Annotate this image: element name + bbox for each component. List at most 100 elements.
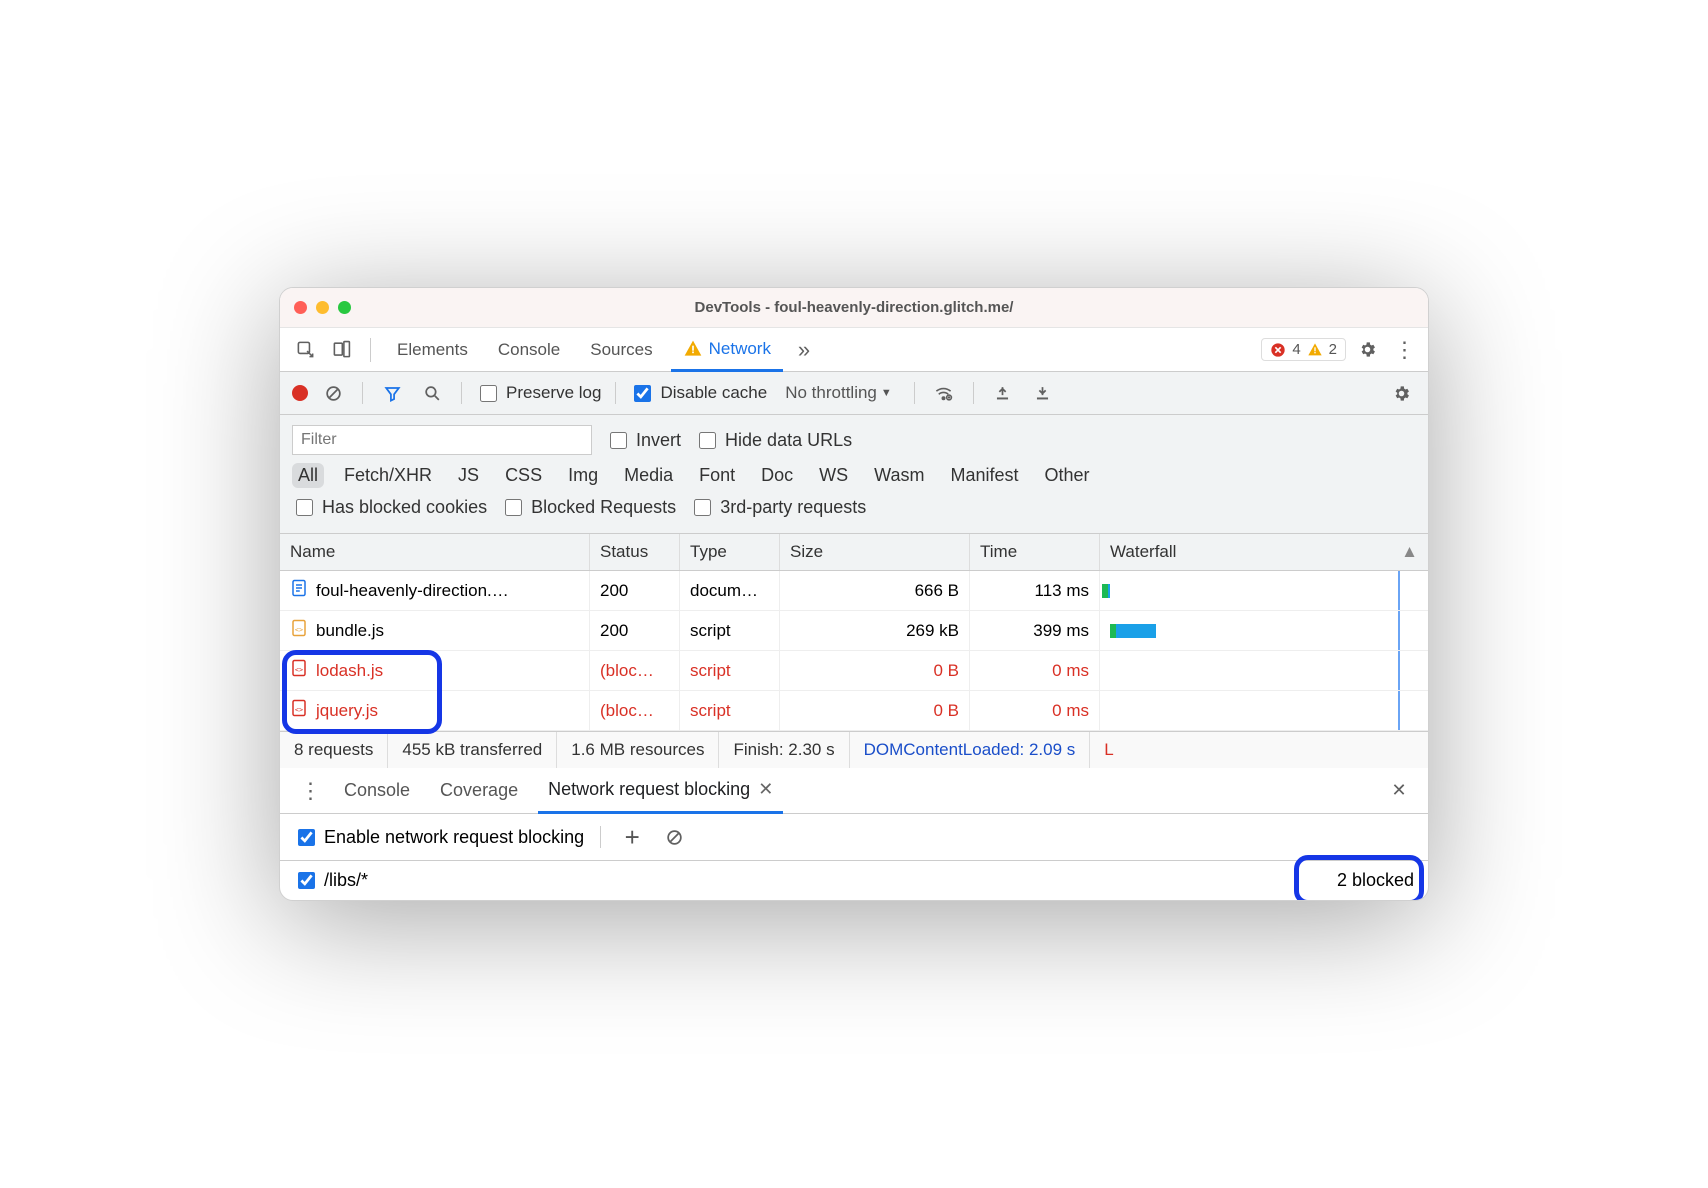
- type-chip-other[interactable]: Other: [1039, 463, 1096, 488]
- warning-icon: [1307, 342, 1323, 358]
- sort-indicator-icon: ▲: [1401, 542, 1418, 562]
- col-waterfall[interactable]: Waterfall▲: [1100, 534, 1428, 570]
- request-time: 113 ms: [970, 571, 1100, 610]
- zoom-window-button[interactable]: [338, 301, 351, 314]
- has-blocked-cookies-checkbox[interactable]: Has blocked cookies: [292, 496, 487, 519]
- remove-all-patterns-icon[interactable]: [659, 822, 689, 852]
- request-row[interactable]: <>bundle.js 200 script 269 kB 399 ms: [280, 611, 1428, 651]
- network-status-bar: 8 requests 455 kB transferred 1.6 MB res…: [280, 731, 1428, 768]
- request-name: lodash.js: [316, 661, 383, 681]
- inspect-element-icon[interactable]: [290, 335, 320, 365]
- hide-data-urls-checkbox[interactable]: Hide data URLs: [695, 429, 852, 452]
- enable-blocking-checkbox[interactable]: Enable network request blocking: [294, 826, 584, 849]
- type-chip-doc[interactable]: Doc: [755, 463, 799, 488]
- request-time: 0 ms: [970, 691, 1100, 730]
- type-chip-all[interactable]: All: [292, 463, 324, 488]
- request-waterfall: [1100, 691, 1428, 730]
- tab-sources[interactable]: Sources: [578, 328, 664, 372]
- blocking-pattern-row[interactable]: /libs/* 2 blocked: [280, 861, 1428, 900]
- request-row[interactable]: <>jquery.js (bloc… script 0 B 0 ms: [280, 691, 1428, 731]
- clear-icon[interactable]: [318, 378, 348, 408]
- network-toolbar: Preserve log Disable cache No throttling…: [280, 372, 1428, 415]
- tab-elements[interactable]: Elements: [385, 328, 480, 372]
- import-har-icon[interactable]: [988, 378, 1018, 408]
- kebab-menu-icon[interactable]: ⋮: [1388, 335, 1418, 365]
- drawer-menu-icon[interactable]: ⋮: [294, 776, 324, 806]
- tab-label: Network: [709, 339, 771, 359]
- third-party-checkbox[interactable]: 3rd-party requests: [690, 496, 866, 519]
- window-title: DevTools - foul-heavenly-direction.glitc…: [280, 299, 1428, 316]
- network-conditions-icon[interactable]: [929, 378, 959, 408]
- file-type-icon: <>: [290, 658, 308, 683]
- close-tab-icon[interactable]: ✕: [758, 779, 773, 800]
- type-chip-media[interactable]: Media: [618, 463, 679, 488]
- type-chip-manifest[interactable]: Manifest: [945, 463, 1025, 488]
- col-type[interactable]: Type: [680, 534, 780, 570]
- throttling-select[interactable]: No throttling ▼: [777, 383, 900, 403]
- type-chip-wasm[interactable]: Wasm: [868, 463, 930, 488]
- type-chip-ws[interactable]: WS: [813, 463, 854, 488]
- device-toolbar-icon[interactable]: [326, 335, 356, 365]
- checkbox-label: 3rd-party requests: [720, 497, 866, 518]
- request-size: 269 kB: [780, 611, 970, 650]
- col-size[interactable]: Size: [780, 534, 970, 570]
- request-row[interactable]: <>lodash.js (bloc… script 0 B 0 ms: [280, 651, 1428, 691]
- panel-settings-icon[interactable]: [1386, 378, 1416, 408]
- request-waterfall: [1100, 651, 1428, 690]
- request-name: foul-heavenly-direction.…: [316, 581, 509, 601]
- request-size: 0 B: [780, 651, 970, 690]
- filter-icon[interactable]: [377, 378, 407, 408]
- status-dcl: DOMContentLoaded: 2.09 s: [850, 732, 1091, 768]
- main-tabs: Elements Console Sources Network » 4 2 ⋮: [280, 328, 1428, 372]
- more-tabs-icon[interactable]: »: [789, 335, 819, 365]
- request-table-header: Name Status Type Size Time Waterfall▲: [280, 534, 1428, 571]
- add-pattern-icon[interactable]: +: [617, 822, 647, 852]
- request-size: 0 B: [780, 691, 970, 730]
- drawer-tab-console[interactable]: Console: [334, 768, 420, 814]
- request-row[interactable]: foul-heavenly-direction.… 200 docum… 666…: [280, 571, 1428, 611]
- blocked-requests-checkbox[interactable]: Blocked Requests: [501, 496, 676, 519]
- type-chip-js[interactable]: JS: [452, 463, 485, 488]
- close-window-button[interactable]: [294, 301, 307, 314]
- request-time: 399 ms: [970, 611, 1100, 650]
- type-chip-css[interactable]: CSS: [499, 463, 548, 488]
- tab-label: Elements: [397, 340, 468, 360]
- blocking-toolbar: Enable network request blocking +: [280, 814, 1428, 861]
- tab-network[interactable]: Network: [671, 328, 783, 372]
- error-icon: [1270, 342, 1286, 358]
- invert-checkbox[interactable]: Invert: [606, 429, 681, 452]
- issue-badges[interactable]: 4 2: [1261, 338, 1346, 361]
- col-status[interactable]: Status: [590, 534, 680, 570]
- tab-label: Console: [498, 340, 560, 360]
- request-waterfall: [1100, 611, 1428, 650]
- status-transferred: 455 kB transferred: [388, 732, 557, 768]
- traffic-lights: [294, 301, 351, 314]
- type-chip-fetch-xhr[interactable]: Fetch/XHR: [338, 463, 438, 488]
- checkbox-label: Blocked Requests: [531, 497, 676, 518]
- preserve-log-checkbox[interactable]: Preserve log: [476, 382, 601, 405]
- drawer-tab-network-request-blocking[interactable]: Network request blocking ✕: [538, 768, 783, 814]
- drawer-tab-coverage[interactable]: Coverage: [430, 768, 528, 814]
- col-name[interactable]: Name: [280, 534, 590, 570]
- col-time[interactable]: Time: [970, 534, 1100, 570]
- close-drawer-icon[interactable]: ✕: [1384, 776, 1414, 806]
- record-button[interactable]: [292, 385, 308, 401]
- tab-label: Console: [344, 780, 410, 801]
- search-icon[interactable]: [417, 378, 447, 408]
- type-chip-font[interactable]: Font: [693, 463, 741, 488]
- checkbox-label: Hide data URLs: [725, 430, 852, 451]
- svg-text:<>: <>: [295, 706, 303, 714]
- file-type-icon: [290, 578, 308, 603]
- checkbox-label: Has blocked cookies: [322, 497, 487, 518]
- type-chip-img[interactable]: Img: [562, 463, 604, 488]
- request-type: script: [680, 691, 780, 730]
- pattern-checkbox[interactable]: /libs/*: [294, 869, 368, 892]
- disable-cache-checkbox[interactable]: Disable cache: [630, 382, 767, 405]
- export-har-icon[interactable]: [1028, 378, 1058, 408]
- filter-input[interactable]: [292, 425, 592, 455]
- tab-label: Network request blocking: [548, 779, 750, 800]
- minimize-window-button[interactable]: [316, 301, 329, 314]
- settings-icon[interactable]: [1352, 335, 1382, 365]
- tab-console[interactable]: Console: [486, 328, 572, 372]
- svg-text:<>: <>: [295, 666, 303, 674]
